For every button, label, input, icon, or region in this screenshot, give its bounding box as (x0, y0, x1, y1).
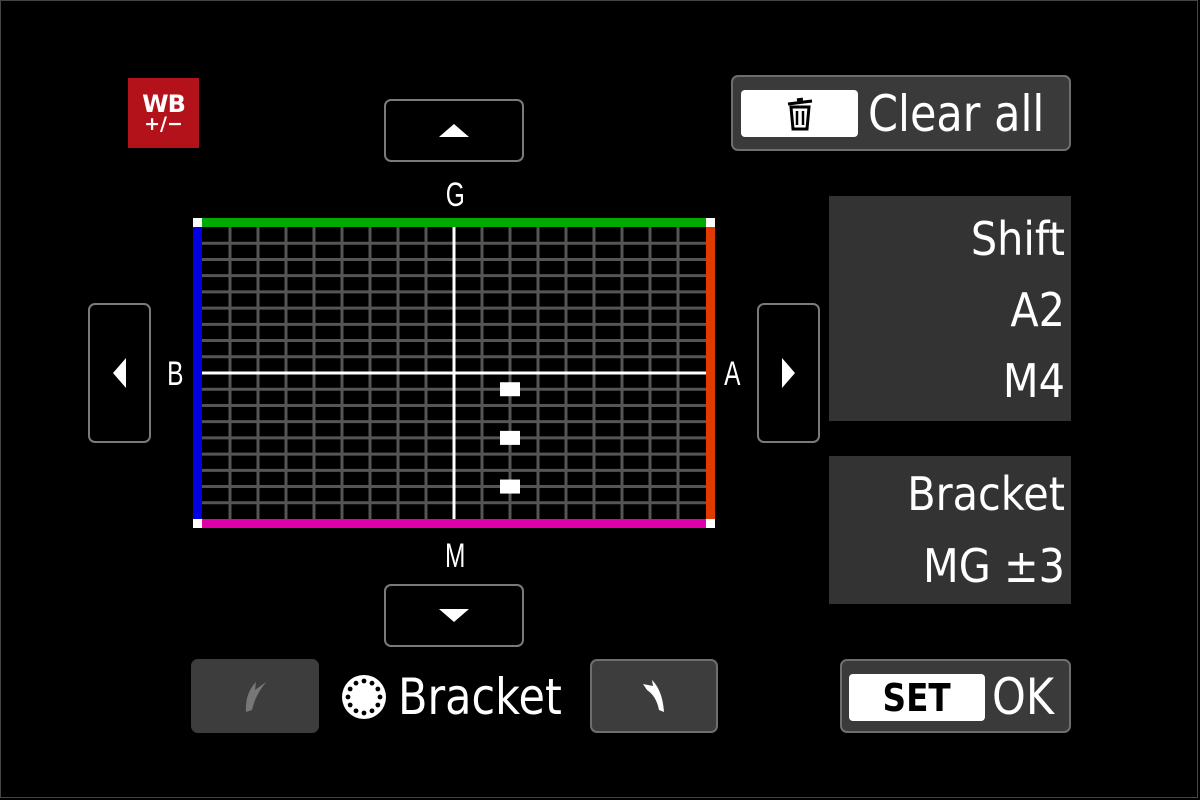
axis-label-b: B (167, 355, 184, 393)
dial-notch (347, 702, 353, 708)
dial-notch (375, 686, 381, 692)
bracket-decrease-button[interactable] (191, 659, 319, 733)
dial-notch (361, 678, 367, 684)
dial-notch (361, 710, 367, 716)
edge-green (202, 218, 706, 227)
triangle-down-icon (439, 609, 469, 622)
set-key: SET (849, 674, 985, 721)
shift-gm-value: M4 (1002, 354, 1065, 408)
bracket-marker (500, 382, 520, 397)
dial-notch (353, 680, 359, 686)
axis-label-m: M (444, 537, 466, 575)
trash-key (741, 90, 858, 137)
bracket-value: MG ±3 (923, 539, 1065, 593)
bracket-increase-button[interactable] (590, 659, 718, 733)
wb-shift-grid[interactable] (193, 218, 715, 528)
dial-notch (377, 694, 383, 700)
dial-rotate-left-icon (245, 682, 266, 712)
clear-all-button[interactable]: Clear all (731, 75, 1071, 151)
edge-amber (706, 227, 715, 519)
grid-corner (193, 519, 202, 528)
shift-up-button[interactable] (384, 99, 524, 162)
set-ok-button[interactable]: SET OK (840, 659, 1071, 733)
grid-canvas[interactable] (193, 218, 715, 528)
dial-rotate-right-icon (643, 680, 664, 712)
dial-notch (347, 686, 353, 692)
set-key-label: SET (882, 675, 952, 720)
ok-label: OK (992, 668, 1055, 726)
triangle-right-icon (782, 358, 795, 388)
trash-icon (787, 97, 812, 130)
edge-magenta (202, 519, 706, 528)
triangle-up-icon (439, 124, 469, 137)
shift-right-button[interactable] (757, 303, 820, 443)
badge-line2: +/− (144, 113, 183, 135)
shift-info-panel: Shift A2 M4 (829, 196, 1071, 421)
bracket-marker (500, 479, 520, 494)
axis-label-g: G (445, 176, 465, 214)
triangle-left-icon (113, 358, 126, 388)
axis-label-a: A (724, 355, 741, 393)
shift-ba-value: A2 (1010, 283, 1065, 337)
dial-notch (369, 708, 375, 714)
bracket-marker (500, 430, 520, 445)
grid-corner (193, 218, 202, 227)
bracket-info-panel: Bracket MG ±3 (829, 456, 1071, 604)
shift-title: Shift (970, 212, 1065, 266)
grid-corner (706, 218, 715, 227)
bracket-title: Bracket (907, 467, 1065, 521)
dial-notch (345, 694, 351, 700)
bracket-control-text: Bracket (398, 668, 562, 726)
quick-control-dial-icon (342, 675, 386, 719)
dial-notch (375, 702, 381, 708)
edge-blue (193, 227, 202, 519)
shift-left-button[interactable] (88, 303, 151, 443)
dial-notch (353, 708, 359, 714)
wb-shift-bracket-icon: WB +/− (128, 78, 199, 148)
shift-down-button[interactable] (384, 584, 524, 647)
clear-all-label: Clear all (868, 85, 1045, 143)
bracket-control-label: Bracket (340, 668, 589, 726)
dial-notch (369, 680, 375, 686)
grid-corner (706, 519, 715, 528)
